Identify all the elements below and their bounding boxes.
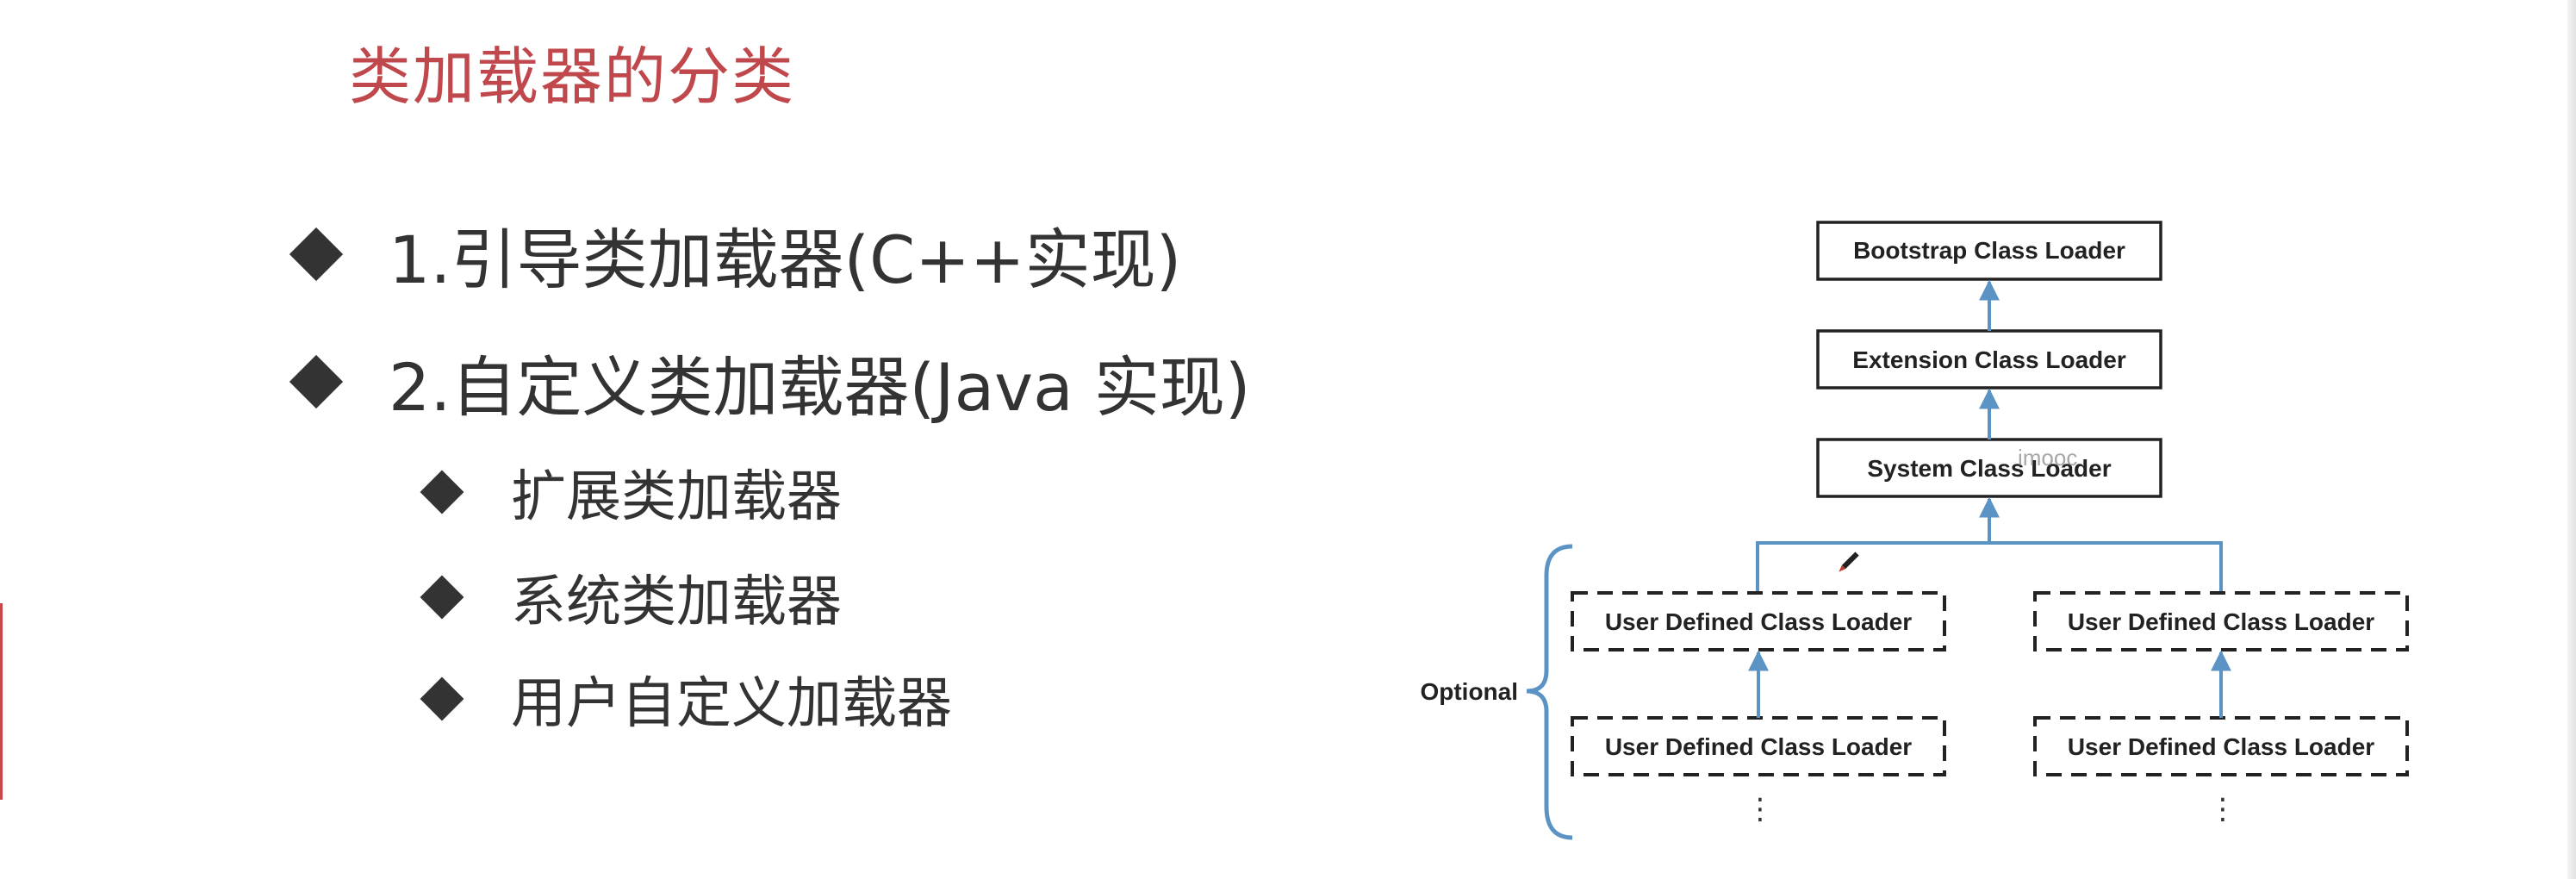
class-loader-hierarchy-diagram: Bootstrap Class Loader Extension Class L… (1420, 221, 2409, 840)
more-loaders-ellipsis: ⋮ (1745, 792, 1775, 826)
user-defined-loader-label: User Defined Class Loader (2068, 733, 2374, 760)
user-defined-loader-box: User Defined Class Loader (1571, 716, 1946, 776)
optional-brace (1526, 544, 1573, 840)
user-defined-loader-box: User Defined Class Loader (2033, 591, 2409, 651)
user-defined-loader-label: User Defined Class Loader (1605, 733, 1912, 760)
system-loader-box: System Class Loader (1816, 438, 2162, 498)
user-defined-loader-label: User Defined Class Loader (2068, 608, 2374, 635)
extension-loader-box: Extension Class Loader (1816, 329, 2162, 390)
pen-cursor-icon (1839, 552, 1859, 572)
imooc-watermark: imooc (2018, 445, 2077, 471)
user-defined-loader-label: User Defined Class Loader (1605, 608, 1912, 635)
bootstrap-loader-box: Bootstrap Class Loader (1816, 221, 2162, 281)
user-defined-loader-box: User Defined Class Loader (2033, 716, 2409, 776)
more-loaders-ellipsis: ⋮ (2208, 792, 2237, 826)
bootstrap-loader-label: Bootstrap Class Loader (1853, 237, 2125, 264)
optional-label: Optional (1420, 678, 1518, 705)
extension-loader-label: Extension Class Loader (1852, 346, 2126, 373)
user-defined-loader-box: User Defined Class Loader (1571, 591, 1946, 651)
user-loaders-connector (1756, 541, 2223, 593)
